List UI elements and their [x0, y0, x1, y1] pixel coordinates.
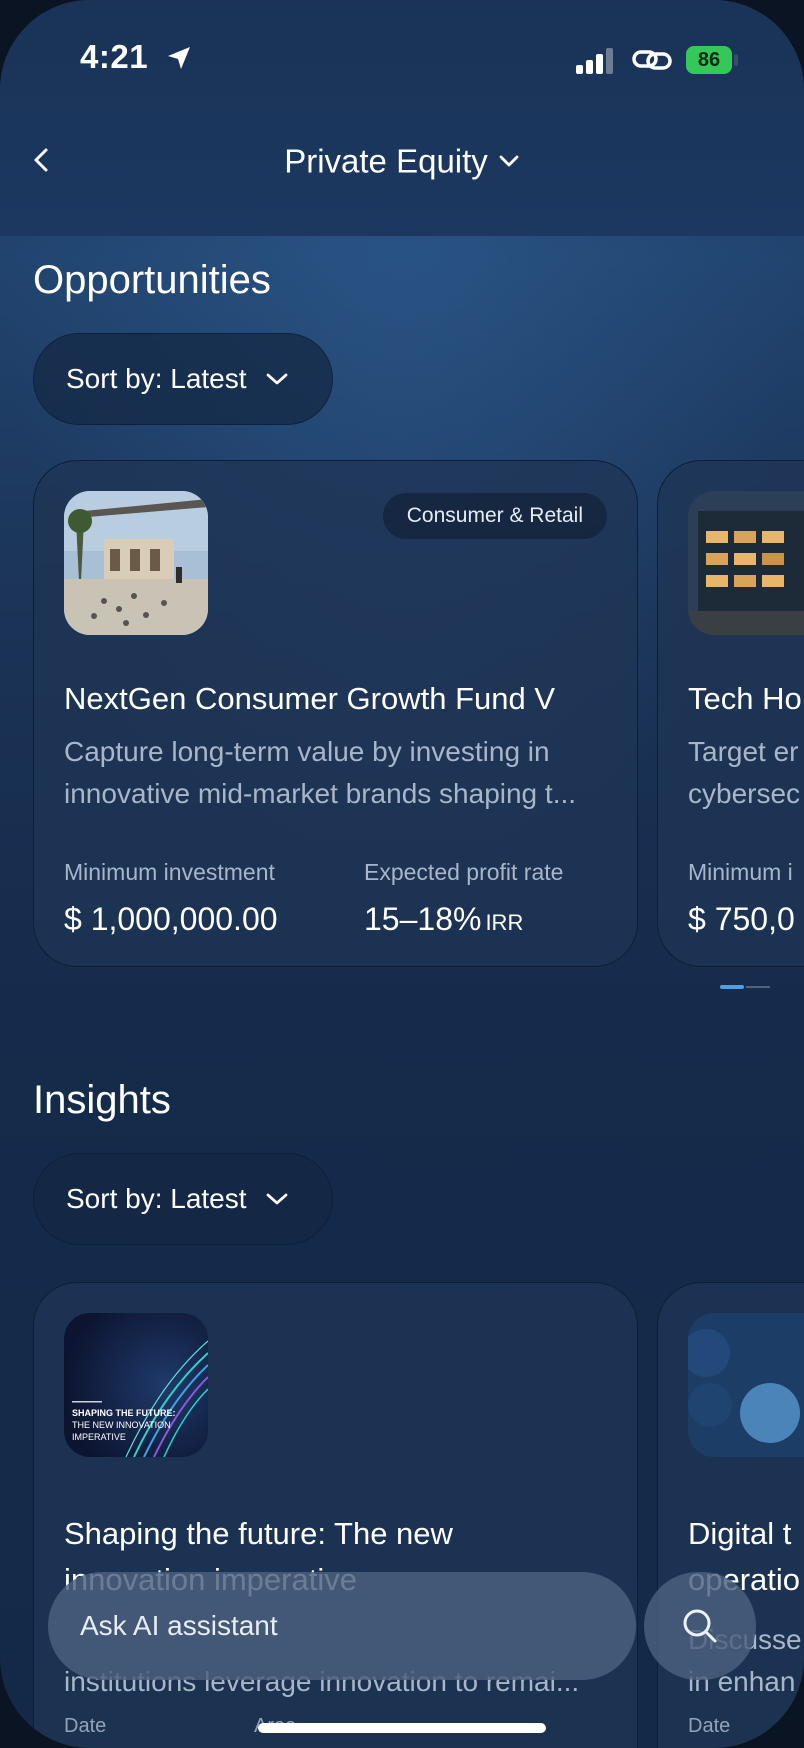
status-time: 4:21	[80, 38, 149, 75]
pager-dot-active	[720, 985, 744, 989]
insight-card[interactable]: Digital t operatio Discusse in enhan Dat…	[657, 1282, 804, 1748]
category-tag: Consumer & Retail	[382, 493, 607, 539]
description-line: Target er	[688, 736, 799, 767]
search-button[interactable]	[644, 1572, 756, 1680]
min-investment-value: $ 750,0	[688, 901, 795, 937]
sort-label: Sort by: Latest	[66, 363, 247, 394]
profit-rate-number: 15–18%	[364, 901, 482, 937]
insight-cover-image: SHAPING THE FUTURE: THE NEW INNOVATION I…	[64, 1313, 208, 1457]
category-selector[interactable]: Private Equity	[0, 140, 804, 180]
location-arrow-icon	[168, 47, 190, 69]
insights-heading: Insights	[33, 1078, 171, 1122]
description-line: innovative mid-market brands shaping t..…	[64, 778, 577, 809]
date-label: Date	[64, 1715, 107, 1737]
cover-subtitle: THE NEW INNOVATION	[72, 1420, 171, 1430]
page-title: Private Equity	[284, 142, 488, 180]
cellular-signal-icon	[576, 48, 613, 74]
insights-sort-button[interactable]: Sort by: Latest	[33, 1153, 333, 1245]
opportunities-sort-button[interactable]: Sort by: Latest	[33, 333, 333, 425]
fund-title: Tech Ho	[688, 681, 802, 716]
plaza-photo	[64, 491, 208, 635]
profit-rate-value: 15–18% IRR	[364, 901, 523, 938]
battery-level: 86	[697, 49, 721, 71]
app-screen: 4:21 86 Private Equity Opportunities Sor…	[0, 0, 804, 1748]
profit-rate-unit: IRR	[485, 910, 524, 935]
description-line: Capture long-term value by investing in	[64, 736, 550, 767]
top-bar	[0, 0, 804, 236]
insight-cover-image	[688, 1313, 804, 1457]
battery-tip	[734, 54, 738, 66]
home-indicator[interactable]	[258, 1723, 546, 1733]
fund-title: NextGen Consumer Growth Fund V	[64, 681, 556, 716]
title-line: Digital t	[688, 1516, 792, 1551]
opportunities-heading: Opportunities	[33, 258, 271, 302]
cover-subtitle: IMPERATIVE	[72, 1432, 126, 1442]
ask-ai-assistant-input[interactable]: Ask AI assistant	[48, 1572, 636, 1680]
opportunity-card[interactable]: Consumer & Retail NextGen Consumer Growt…	[33, 460, 638, 967]
chevron-down-icon	[266, 1193, 287, 1205]
min-investment-label: Minimum i	[688, 859, 793, 885]
min-investment-label: Minimum investment	[64, 859, 275, 885]
office-building-photo	[688, 491, 804, 635]
sort-label: Sort by: Latest	[66, 1183, 247, 1214]
title-line: Shaping the future: The new	[64, 1516, 453, 1551]
fund-description: Target er cybersec	[688, 731, 804, 815]
link-icon	[632, 50, 672, 70]
cover-text: SHAPING THE FUTURE: THE NEW INNOVATION I…	[72, 1407, 176, 1443]
profit-rate-label: Expected profit rate	[364, 859, 564, 885]
battery-indicator: 86	[686, 46, 732, 74]
opportunity-card[interactable]: Tech Ho Target er cybersec Minimum i $ 7…	[657, 460, 804, 967]
chevron-down-icon	[266, 373, 287, 385]
description-line: cybersec	[688, 778, 801, 809]
fund-description: Capture long-term value by investing in …	[64, 731, 604, 815]
date-label: Date	[688, 1715, 731, 1737]
assistant-placeholder: Ask AI assistant	[80, 1610, 278, 1641]
pager-track	[746, 986, 770, 988]
cover-title: SHAPING THE FUTURE:	[72, 1408, 176, 1418]
search-icon	[683, 1609, 717, 1643]
chevron-down-icon	[499, 155, 519, 167]
min-investment-value: $ 1,000,000.00	[64, 901, 278, 937]
